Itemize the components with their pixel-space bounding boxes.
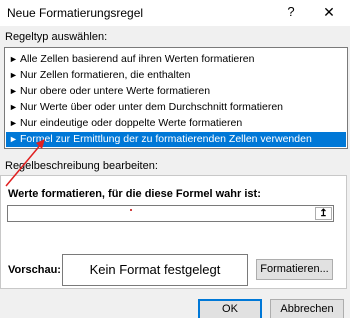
collapse-dialog-icon[interactable]: ↥ bbox=[315, 207, 332, 220]
formula-input[interactable]: ↥ bbox=[7, 205, 334, 222]
rule-item-above-below-average[interactable]: ► Nur Werte über oder unter dem Durchschn… bbox=[6, 100, 346, 115]
rule-item-label: Formel zur Ermittlung der zu formatieren… bbox=[20, 133, 312, 145]
rule-item-cells-containing[interactable]: ► Nur Zellen formatieren, die enthalten bbox=[6, 68, 346, 83]
rule-item-label: Nur Zellen formatieren, die enthalten bbox=[20, 69, 191, 81]
close-button[interactable]: ✕ bbox=[318, 2, 340, 22]
rule-type-list[interactable]: ► Alle Zellen basierend auf ihren Werten … bbox=[4, 47, 348, 149]
rule-description-label: Regelbeschreibung bearbeiten: bbox=[5, 160, 158, 172]
cancel-button[interactable]: Abbrechen bbox=[270, 299, 344, 318]
bullet-arrow-icon: ► bbox=[9, 54, 18, 64]
rule-item-top-bottom[interactable]: ► Nur obere oder untere Werte formatieren bbox=[6, 84, 346, 99]
title-bar: Neue Formatierungsregel ? ✕ bbox=[0, 0, 350, 26]
rule-item-label: Nur eindeutige oder doppelte Werte forma… bbox=[20, 117, 243, 129]
bullet-arrow-icon: ► bbox=[9, 134, 18, 144]
dialog-title: Neue Formatierungsregel bbox=[7, 6, 144, 20]
rule-type-label: Regeltyp auswählen: bbox=[5, 31, 108, 43]
rule-item-label: Nur Werte über oder unter dem Durchschni… bbox=[20, 101, 284, 113]
format-button[interactable]: Formatieren... bbox=[256, 259, 333, 280]
rule-item-label: Nur obere oder untere Werte formatieren bbox=[20, 85, 211, 97]
rule-item-all-cells[interactable]: ► Alle Zellen basierend auf ihren Werten … bbox=[6, 52, 346, 67]
text-cursor bbox=[130, 209, 132, 211]
bullet-arrow-icon: ► bbox=[9, 70, 18, 80]
help-button[interactable]: ? bbox=[282, 3, 300, 21]
rule-item-use-formula[interactable]: ► Formel zur Ermittlung der zu formatiere… bbox=[6, 132, 346, 147]
rule-item-label: Alle Zellen basierend auf ihren Werten f… bbox=[20, 53, 255, 65]
rule-item-unique-duplicate[interactable]: ► Nur eindeutige oder doppelte Werte form… bbox=[6, 116, 346, 131]
formula-label: Werte formatieren, für die diese Formel … bbox=[8, 188, 261, 200]
ok-button[interactable]: OK bbox=[198, 299, 262, 318]
bullet-arrow-icon: ► bbox=[9, 86, 18, 96]
preview-label: Vorschau: bbox=[8, 264, 61, 276]
bullet-arrow-icon: ► bbox=[9, 102, 18, 112]
preview-box: Kein Format festgelegt bbox=[62, 254, 248, 286]
bullet-arrow-icon: ► bbox=[9, 118, 18, 128]
